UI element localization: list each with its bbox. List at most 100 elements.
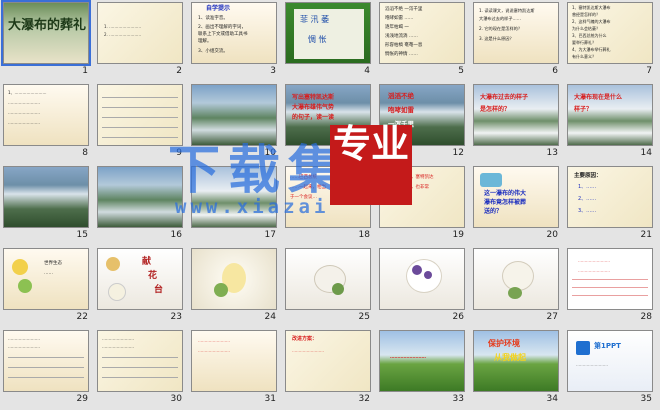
flower-shape [332, 283, 344, 295]
text-line [102, 377, 178, 378]
slide-text: …………………… [576, 362, 608, 367]
slide-text: 改进方案： [292, 336, 318, 342]
slide-number: 2 [176, 66, 182, 76]
slide-thumbnail-21[interactable]: 主要原因： 1、…… 2、…… 3、…… 21 [564, 164, 656, 246]
slide-text: 2、…… [578, 196, 597, 202]
slide-preview: 1、…………………… …………………… …………………… …………………… [3, 84, 89, 146]
slide-text: 曾经是怎样的？ [572, 12, 600, 17]
slide-text: 1. …………………… [104, 24, 142, 29]
slide-thumbnail-15[interactable]: 15 [0, 164, 92, 246]
slide-thumbnail-14[interactable]: 大瀑布现在是什么 样子？ 14 [564, 82, 656, 164]
slide-text: 保护环境 [488, 339, 520, 348]
slide-preview [191, 248, 277, 310]
slide-text: 瀑布竟怎样被葬 [484, 199, 527, 206]
text-line [572, 287, 648, 288]
slide-preview: 第1PPT …………………… [567, 330, 653, 392]
slide-picture [480, 173, 502, 187]
flower-shape [412, 265, 422, 275]
slide-thumbnail-24[interactable]: 24 [188, 246, 280, 328]
slide-thumbnail-28[interactable]: …………………… …………………… 28 [564, 246, 656, 328]
slide-thumbnail-20[interactable]: 这一瀑布的伟大 瀑布竟怎样被葬 送的？ 20 [470, 164, 562, 246]
slide-number: 3 [270, 66, 276, 76]
text-line [102, 107, 178, 108]
slide-preview: …………………… …………………… [3, 330, 89, 392]
slide-text: 为什么会枯萎？ [572, 26, 600, 31]
text-line [572, 295, 648, 296]
slide-preview: 主要原因： 1、…… 2、…… 3、…… [567, 166, 653, 228]
slide-number: 8 [82, 148, 88, 158]
slide-preview: …………………… …………………… [191, 330, 277, 392]
slide-thumbnail-31[interactable]: …………………… …………………… 31 [188, 328, 280, 410]
slide-thumbnail-4[interactable]: 菲 汛 萎 惆 怅 4 [282, 0, 374, 82]
slide-text: 是怎样的？ [480, 106, 511, 113]
slide-thumbnail-6[interactable]: 1. 读读课文，说说塞特凯达斯 大瀑布过去的样子…… 2. 它的现在是怎样的？ … [470, 0, 562, 82]
watermark-url: www.xiazai [175, 196, 330, 218]
slide-thumbnail-8[interactable]: 1、…………………… …………………… …………………… …………………… 8 [0, 82, 92, 164]
slide-number: 7 [646, 66, 652, 76]
slide-number: 20 [546, 230, 558, 240]
slide-number: 24 [264, 312, 276, 322]
slide-text: 大瀑布过去的样子 [480, 94, 529, 101]
watermark-text: 下载集 [168, 141, 349, 201]
slide-text: 从我做起 [494, 353, 526, 362]
slide-thumbnail-22[interactable]: 世界生态 …… 22 [0, 246, 92, 328]
slide-text: 2. 它的现在是怎样的？ [479, 26, 523, 31]
slide-thumbnail-23[interactable]: 献 花 台 23 [94, 246, 186, 328]
slide-text: 滔滔不绝 一泻千里 [385, 7, 423, 12]
slide-number: 26 [452, 312, 464, 322]
slide-thumbnail-29[interactable]: …………………… …………………… 29 [0, 328, 92, 410]
slide-text: 联系上下文或借助工具书 [198, 32, 248, 37]
slide-text: 有什么意义？ [572, 54, 596, 59]
slide-thumbnail-32[interactable]: 改进方案： …………………… 32 [282, 328, 374, 410]
slide-text: 献 [142, 257, 152, 267]
slide-number: 27 [546, 312, 558, 322]
slide-preview: 改进方案： …………………… [285, 330, 371, 392]
slide-number: 13 [546, 148, 558, 158]
slide-thumbnail-30[interactable]: …………………… …………………… 30 [94, 328, 186, 410]
slide-text: …………………… [102, 336, 134, 341]
text-line [102, 97, 178, 98]
slide-text: …………………… [390, 355, 426, 360]
slide-thumbnail-33[interactable]: …………………… 33 [376, 328, 468, 410]
text-line [102, 357, 178, 358]
slide-number: 14 [640, 148, 652, 158]
slide-text: 大瀑布现在是什么 [574, 94, 623, 101]
slide-text: …………………… [8, 344, 40, 349]
slide-text: …………………… [578, 258, 610, 263]
slide-text: …………………… [198, 348, 230, 353]
text-line [8, 367, 84, 368]
slide-preview: 1、塞特凯达斯大瀑布 曾经是怎样的？ 2、这样气魄的大瀑布 为什么会枯萎？ 3、… [567, 2, 653, 64]
flower-shape [18, 279, 32, 293]
slide-text: 1、塞特凯达斯大瀑布 [572, 5, 611, 10]
slide-thumbnail-25[interactable]: 25 [282, 246, 374, 328]
slide-preview: 保护环境 从我做起 [473, 330, 559, 392]
slide-thumbnail-2[interactable]: 1. …………………… 2. …………………… 2 [94, 0, 186, 82]
slide-text: 世界生态 [44, 261, 62, 266]
slide-preview [379, 248, 465, 310]
slide-text: 咆哮如雷 …… [385, 16, 414, 21]
slide-thumbnail-27[interactable]: 27 [470, 246, 562, 328]
slide-text: 1、…………………… [8, 90, 47, 95]
slide-text: 2. …………………… [104, 32, 142, 37]
slide-thumbnail-34[interactable]: 保护环境 从我做起 34 [470, 328, 562, 410]
flower-shape [12, 259, 28, 275]
slide-preview: …………………… …………………… [567, 248, 653, 310]
slide-text: 大瀑布雄伟气势 [292, 104, 335, 111]
slide-thumbnail-35[interactable]: 第1PPT …………………… 35 [564, 328, 656, 410]
slide-text: …………………… [292, 348, 324, 353]
watermark-badge: 专业 [330, 125, 412, 205]
slide-preview: 自学提示 1、读准字音。 2、画出不理解的字词， 联系上下文或借助工具书 理解。… [191, 2, 277, 64]
slide-thumbnail-1[interactable]: 大瀑布的葬礼 1 [0, 0, 92, 82]
slide-thumbnail-26[interactable]: 26 [376, 246, 468, 328]
slide-thumbnail-13[interactable]: 大瀑布过去的样子 是怎样的？ 13 [470, 82, 562, 164]
slide-text: 浅浅地流淌 …… [385, 34, 418, 39]
slide-number: 15 [76, 230, 88, 240]
slide-preview: …………………… …………………… [97, 330, 183, 392]
slide-number: 32 [358, 394, 370, 404]
slide-text: 滔滔不绝 [388, 92, 414, 100]
slide-text: …………………… [8, 110, 40, 115]
slide-thumbnail-7[interactable]: 1、塞特凯达斯大瀑布 曾经是怎样的？ 2、这样气魄的大瀑布 为什么会枯萎？ 3、… [564, 0, 656, 82]
text-line [572, 279, 648, 280]
slide-thumbnail-5[interactable]: 滔滔不绝 一泻千里 咆哮如雷 …… 逐年枯竭 一 浅浅地流淌 …… 形容枯槁 奄… [376, 0, 468, 82]
slide-thumbnail-3[interactable]: 自学提示 1、读准字音。 2、画出不理解的字词， 联系上下文或借助工具书 理解。… [188, 0, 280, 82]
